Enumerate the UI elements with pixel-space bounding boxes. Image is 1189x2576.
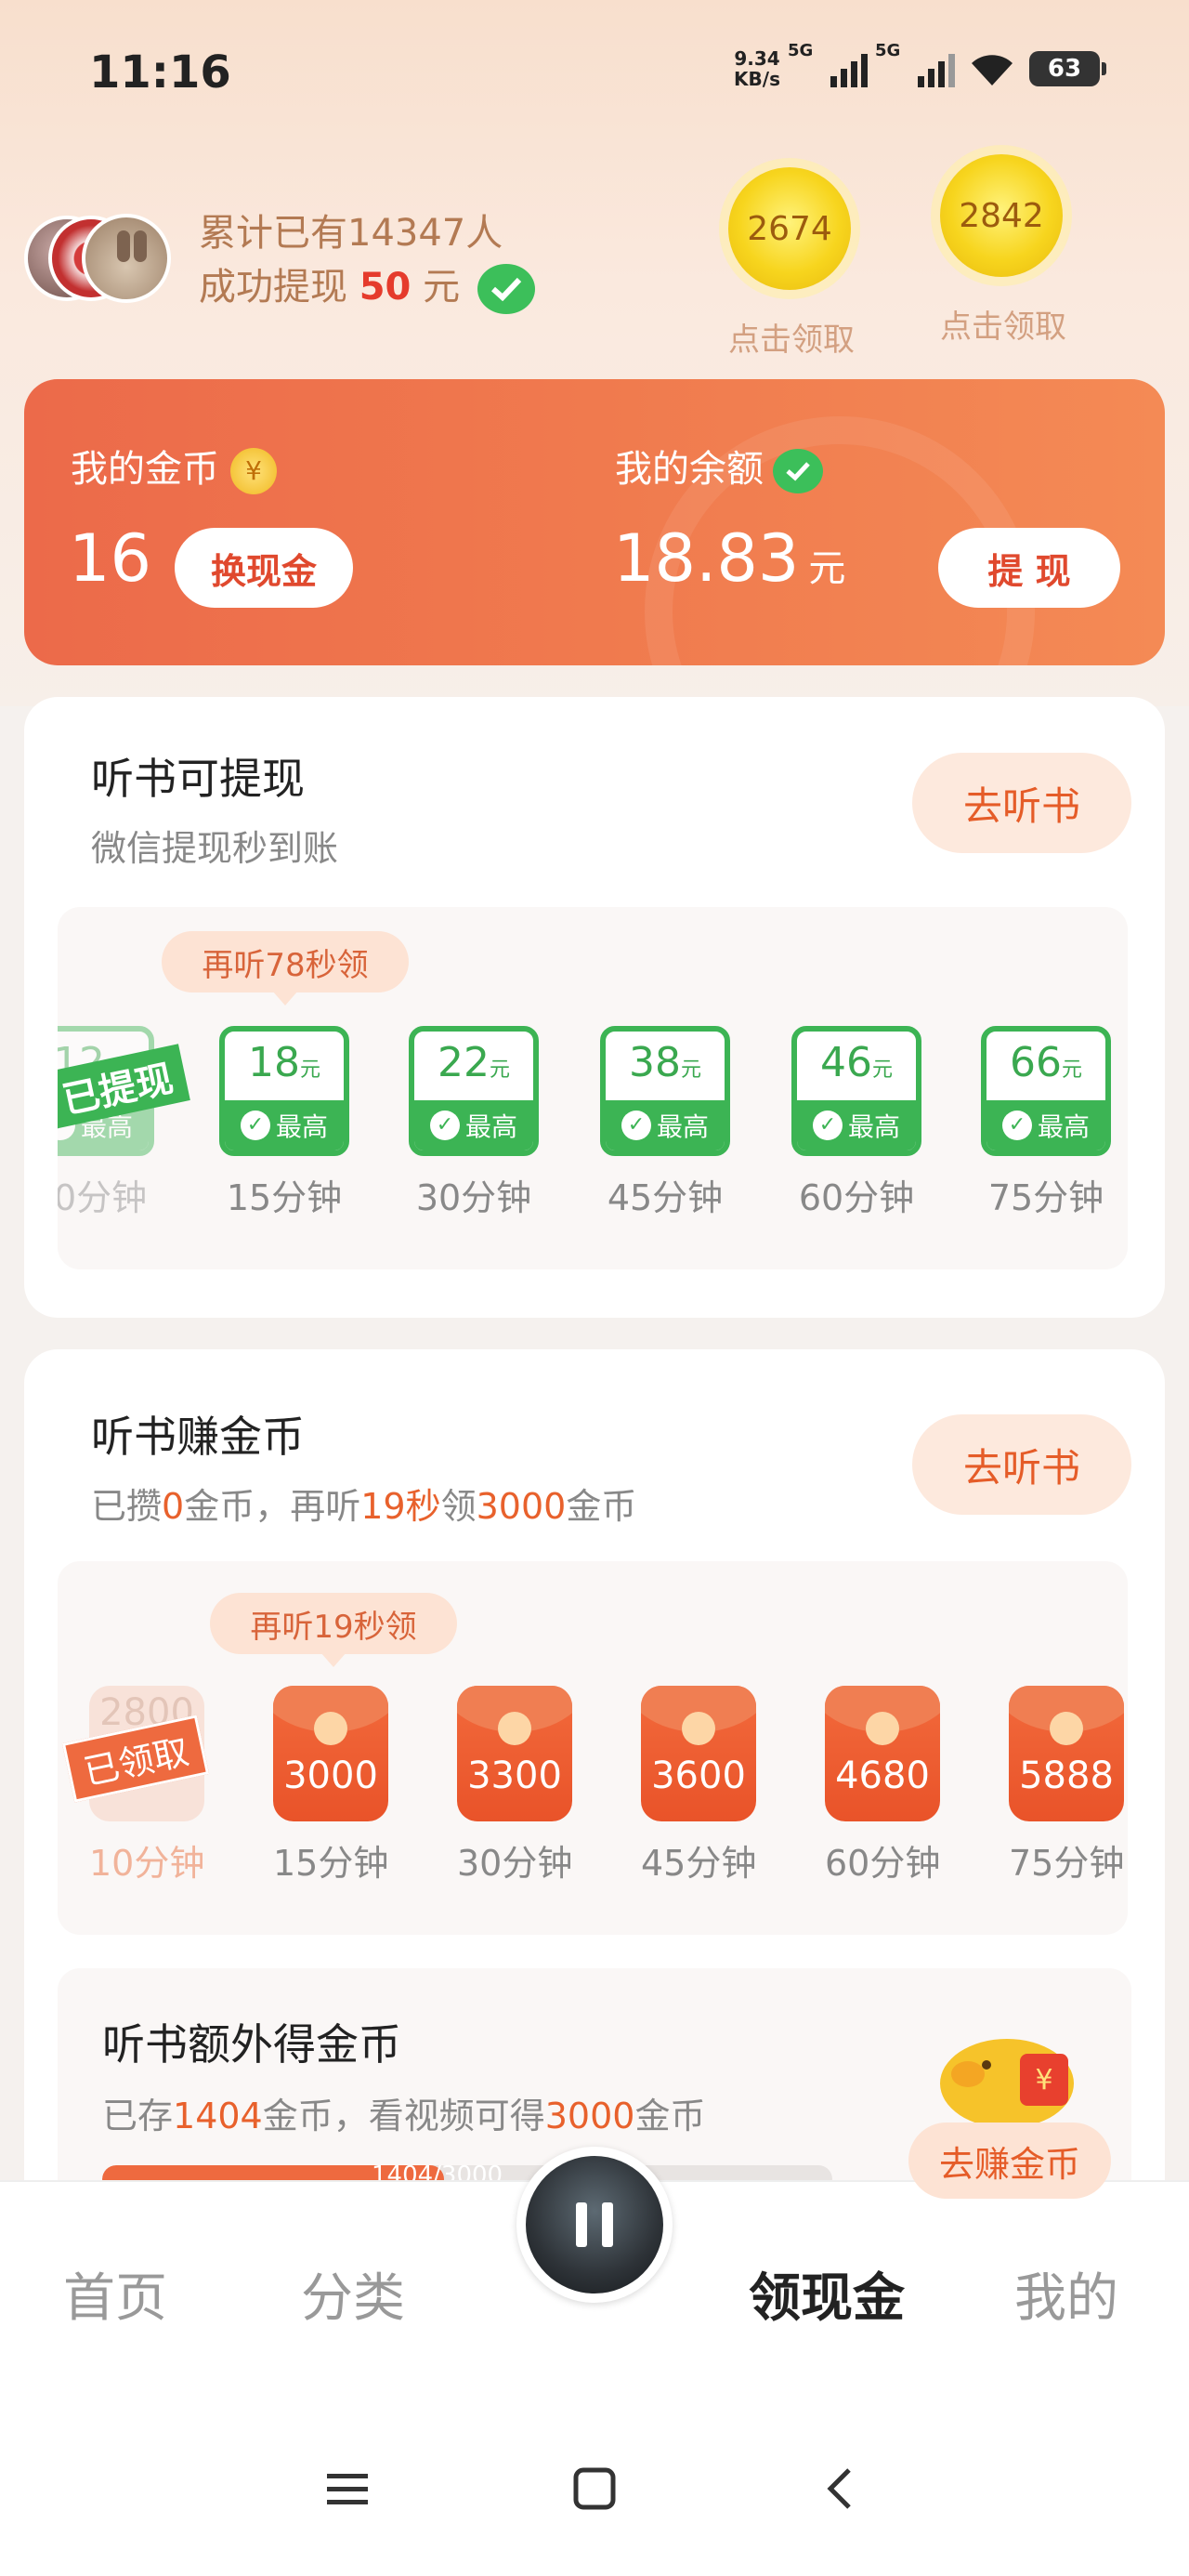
check-icon: ✓	[1001, 1111, 1032, 1140]
withdraw-summary: 累计已有14347人 成功提现 50 元	[199, 206, 535, 314]
menu-icon[interactable]	[321, 2463, 373, 2515]
wifi-icon	[972, 55, 1013, 85]
coin-tier-item[interactable]: 3000 15分钟	[273, 1686, 388, 1886]
gold-coin-icon: 2842	[940, 154, 1063, 277]
red-envelope-icon: 4680	[825, 1686, 940, 1821]
my-balance-label: 我的余额	[615, 439, 823, 493]
coin-tier-item[interactable]: 3600 45分钟	[641, 1686, 756, 1886]
red-envelope-icon: 3600	[641, 1686, 756, 1821]
signal-icon: 5G	[788, 41, 868, 87]
earn-coins-button[interactable]: 去赚金币	[908, 2123, 1111, 2199]
wechat-check-icon	[477, 264, 535, 314]
pause-icon	[576, 2202, 613, 2247]
network-speed: 9.34 KB/s	[734, 47, 780, 90]
check-icon	[773, 449, 823, 493]
coin-tier-item[interactable]: 3300 30分钟	[457, 1686, 572, 1886]
cash-tier-item[interactable]: 46元 ✓ 最高 60分钟	[791, 1026, 921, 1220]
extra-subtitle: 已存1404金币，看视频可得3000金币	[102, 2096, 706, 2136]
red-envelope-icon: 5888	[1009, 1686, 1124, 1821]
check-icon: ✓	[240, 1111, 270, 1140]
signal-icon-2: 5G	[875, 41, 955, 87]
coin-icon: ¥	[230, 448, 277, 494]
cash-tier-item[interactable]: 38元 ✓ 最高 45分钟	[600, 1026, 730, 1220]
nav-mine[interactable]: 我的	[1014, 2256, 1118, 2332]
back-icon[interactable]	[816, 2463, 868, 2515]
gold-coin-icon: 2674	[728, 167, 851, 290]
section-title: 听书可提现	[91, 754, 305, 804]
go-listen-button[interactable]: 去听书	[912, 753, 1131, 853]
coin-tier-item[interactable]: 4680 60分钟	[825, 1686, 940, 1886]
section-subtitle: 微信提现秒到账	[91, 828, 339, 869]
red-envelope-icon: 3300	[457, 1686, 572, 1821]
nav-home[interactable]: 首页	[63, 2256, 167, 2332]
tip-bubble: 再听78秒领	[162, 931, 409, 1005]
coin-reward-1[interactable]: 2674 点击领取	[728, 167, 855, 360]
section-title: 听书赚金币	[91, 1412, 305, 1462]
nav-cash[interactable]: 领现金	[749, 2256, 905, 2332]
extra-title: 听书额外得金币	[102, 2019, 401, 2070]
status-bar: 11:16 9.34 KB/s 5G 5G 63	[0, 0, 1189, 149]
avatar	[82, 214, 171, 303]
withdraw-button[interactable]: 提 现	[938, 528, 1120, 608]
tip-bubble: 再听19秒领	[210, 1593, 457, 1667]
check-icon: ✓	[812, 1111, 843, 1140]
balance-card: 我的金币 ¥ 16 换现金 我的余额 18.83 元 提 现	[24, 379, 1165, 665]
red-envelope-icon: 3000	[273, 1686, 388, 1821]
svg-text:¥: ¥	[1035, 2064, 1052, 2096]
balance-value: 18.83 元	[613, 520, 846, 597]
book-cover	[526, 2156, 663, 2293]
cash-tier-item[interactable]: 18元 ✓ 最高 15分钟	[219, 1026, 349, 1220]
exchange-cash-button[interactable]: 换现金	[175, 528, 353, 608]
home-icon[interactable]	[568, 2463, 621, 2515]
listen-withdraw-card: 听书可提现 微信提现秒到账 去听书 再听78秒领 12元✓最高 10分钟 已提现…	[24, 697, 1165, 1318]
audio-player-button[interactable]	[516, 2147, 673, 2303]
check-icon: ✓	[429, 1111, 460, 1140]
status-icons: 9.34 KB/s 5G 5G 63	[734, 41, 1106, 90]
withdraw-tiers-panel: 再听78秒领 12元✓最高 10分钟 已提现 18元✓最高 15分钟 22元✓最…	[58, 907, 1128, 1269]
cash-tier-item[interactable]: 66元 ✓ 最高 75分钟	[981, 1026, 1111, 1220]
go-listen-button[interactable]: 去听书	[912, 1414, 1131, 1515]
coin-tiers-panel: 再听19秒领 2800 10分钟 已领取 3000 15分钟 3300 30分钟…	[58, 1561, 1128, 1935]
coin-tier-item[interactable]: 5888 75分钟	[1009, 1686, 1124, 1886]
coins-value: 16	[69, 520, 152, 597]
status-time: 11:16	[89, 46, 231, 99]
cash-tier-item[interactable]: 22元 ✓ 最高 30分钟	[409, 1026, 539, 1220]
piggy-bank-icon: ¥	[940, 2039, 1074, 2128]
coin-reward-2[interactable]: 2842 点击领取	[940, 154, 1066, 347]
battery-icon: 63	[1029, 51, 1106, 86]
nav-category[interactable]: 分类	[301, 2256, 405, 2332]
my-coins-label: 我的金币 ¥	[71, 439, 277, 494]
check-icon: ✓	[621, 1111, 651, 1140]
section-subtitle: 已攒0金币，再听19秒领3000金币	[91, 1486, 637, 1527]
